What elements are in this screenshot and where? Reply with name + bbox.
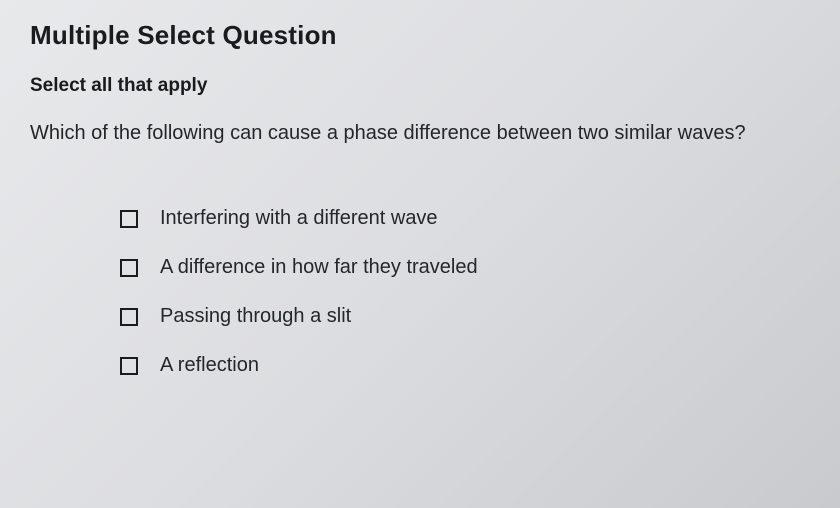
option-label: A reflection [160,354,259,377]
option-row[interactable]: Passing through a slit [120,305,810,328]
option-label: A difference in how far they traveled [160,256,478,279]
question-type-heading: Multiple Select Question [30,20,810,51]
checkbox-icon[interactable] [120,308,138,326]
checkbox-icon[interactable] [120,357,138,375]
question-card: Multiple Select Question Select all that… [30,20,810,377]
checkbox-icon[interactable] [120,210,138,228]
question-instruction: Select all that apply [30,75,810,97]
question-prompt: Which of the following can cause a phase… [30,119,810,147]
option-row[interactable]: Interfering with a different wave [120,207,810,230]
option-label: Passing through a slit [160,305,351,328]
option-row[interactable]: A reflection [120,354,810,377]
option-label: Interfering with a different wave [160,207,438,230]
option-row[interactable]: A difference in how far they traveled [120,256,810,279]
checkbox-icon[interactable] [120,259,138,277]
options-list: Interfering with a different wave A diff… [30,207,810,377]
